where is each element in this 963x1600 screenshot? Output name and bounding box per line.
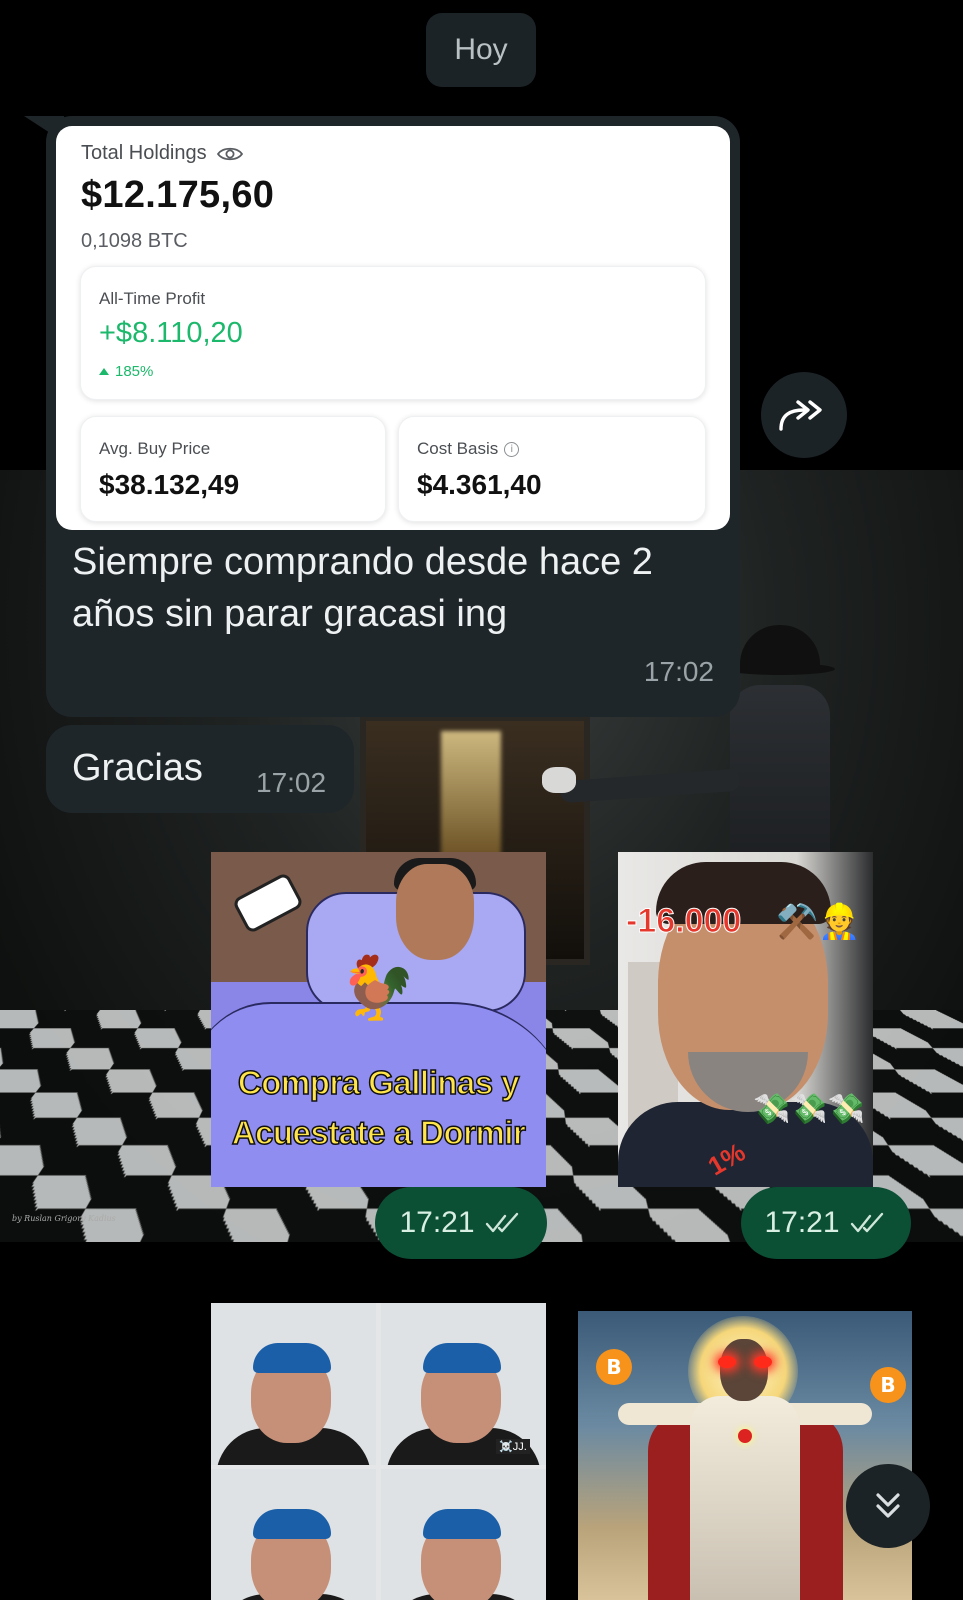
avg-buy-label: Avg. Buy Price xyxy=(99,439,211,458)
avg-buy-value: $38.132,49 xyxy=(99,469,240,500)
sticker-face xyxy=(396,864,474,960)
sticker-video-grid[interactable]: ☠️JJ. xyxy=(211,1303,546,1600)
sent-time-pill: 17:21 xyxy=(741,1187,911,1259)
sticker-caption-line1: Compra Gallinas y xyxy=(237,1063,520,1102)
chevrons-down-icon xyxy=(876,1493,900,1518)
avg-buy-price-card: Avg. Buy Price $38.132,49 xyxy=(80,416,386,522)
double-check-icon xyxy=(485,1212,518,1233)
eye-icon xyxy=(216,147,243,160)
grid-watermark-tag: ☠️JJ. xyxy=(496,1439,530,1454)
laser-eyes xyxy=(718,1356,772,1370)
grid-cell xyxy=(211,1469,376,1600)
grid-cell xyxy=(211,1303,376,1465)
incoming-message[interactable]: Gracias 17:02 xyxy=(46,725,354,813)
all-time-profit-card: All-Time Profit +$8.110,20 185% xyxy=(80,266,706,400)
triangle-up-icon xyxy=(99,368,109,375)
bitcoin-icon: B xyxy=(596,1349,632,1385)
pick-worker-icons: ⚒️👷 xyxy=(776,903,861,941)
double-check-icon xyxy=(850,1212,883,1233)
message-text: Siempre comprando desde hace 2 años sin … xyxy=(72,541,653,635)
incoming-message-image[interactable]: Total Holdings $12.175,60 0,1098 BTC All… xyxy=(46,116,740,717)
grid-cell xyxy=(381,1469,546,1600)
profit-label: All-Time Profit xyxy=(99,289,206,308)
message-text: Gracias xyxy=(72,747,203,789)
forward-button[interactable] xyxy=(761,372,847,458)
sticker-laser-eyes[interactable]: B B xyxy=(578,1311,912,1600)
total-holdings-value: $12.175,60 xyxy=(81,174,275,216)
wallpaper-signature: by Ruslan Grigory Kadius xyxy=(12,1214,116,1223)
money-icons: 💸💸💸 xyxy=(753,1093,866,1126)
bitcoin-icon: B xyxy=(870,1367,906,1403)
rooster-icon: 🐓 xyxy=(339,954,417,1023)
profit-value: +$8.110,20 xyxy=(99,317,243,349)
info-icon: i xyxy=(504,441,520,457)
btc-amount: 0,1098 BTC xyxy=(81,230,188,252)
sticker-caption-line2: Acuestate a Dormir xyxy=(231,1113,527,1152)
scroll-to-bottom-button[interactable] xyxy=(846,1464,930,1548)
holdings-screenshot[interactable]: Total Holdings $12.175,60 0,1098 BTC All… xyxy=(56,126,730,530)
cost-basis-card: Cost Basis i $4.361,40 xyxy=(398,416,706,522)
cost-basis-label: Cost Basis i xyxy=(417,439,520,459)
date-chip: Hoy xyxy=(426,13,536,87)
message-time: 17:02 xyxy=(643,656,714,687)
total-holdings-label: Total Holdings xyxy=(81,142,243,165)
sticker-gallinas[interactable]: 🐓 Compra Gallinas y Acuestate a Dormir xyxy=(211,852,546,1187)
sticker-number: -16.000 xyxy=(625,902,742,941)
forward-icon xyxy=(779,400,822,431)
sent-time-pill: 17:21 xyxy=(375,1187,547,1259)
sticker-miner[interactable]: -16.000 ⚒️👷 💸💸💸 1% xyxy=(618,852,873,1187)
profit-percentage: 185% xyxy=(99,363,153,380)
message-time: 17:02 xyxy=(256,767,327,798)
cost-basis-value: $4.361,40 xyxy=(417,469,542,500)
